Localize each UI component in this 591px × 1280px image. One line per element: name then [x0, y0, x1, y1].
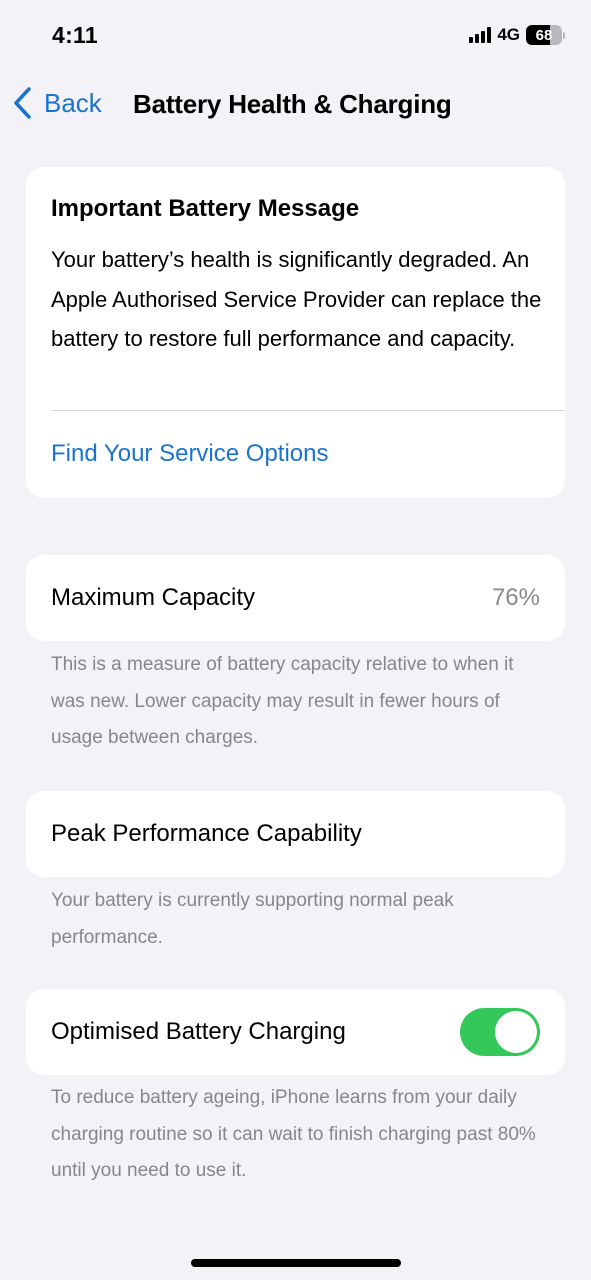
network-type: 4G — [497, 25, 520, 44]
maximum-capacity-value: 76% — [491, 584, 540, 611]
toggle-knob — [495, 1011, 537, 1053]
maximum-capacity-label: Maximum Capacity — [51, 584, 256, 611]
page-title: Battery Health & Charging — [133, 89, 452, 119]
battery-icon: 68 — [526, 25, 562, 45]
battery-nub — [563, 31, 565, 39]
find-service-options-link[interactable]: Find Your Service Options — [51, 440, 329, 468]
maximum-capacity-footnote: This is a measure of battery capacity re… — [51, 654, 514, 748]
battery-level: 68 — [535, 26, 553, 44]
status-time: 4:11 — [52, 22, 98, 48]
battery-message-card: Important Battery Message Your battery’s… — [26, 167, 565, 498]
chevron-left-icon — [14, 87, 31, 119]
back-label: Back — [44, 87, 102, 118]
optimised-charging-label: Optimised Battery Charging — [51, 1018, 346, 1045]
battery-message-title: Important Battery Message — [51, 195, 360, 222]
back-button[interactable]: Back — [12, 86, 102, 120]
peak-performance-row: Peak Performance Capability — [26, 791, 565, 877]
status-bar: 4:11 4G 68 — [0, 0, 591, 70]
maximum-capacity-row: Maximum Capacity 76% — [26, 555, 565, 641]
optimised-charging-row: Optimised Battery Charging — [26, 989, 565, 1075]
optimised-charging-footnote: To reduce battery ageing, iPhone learns … — [51, 1087, 536, 1181]
cellular-signal-icon — [469, 27, 492, 43]
optimised-charging-toggle[interactable] — [460, 1008, 540, 1056]
peak-performance-label: Peak Performance Capability — [51, 820, 362, 847]
status-indicators: 4G 68 — [469, 25, 565, 45]
divider — [51, 410, 565, 411]
navigation-bar: Back Battery Health & Charging — [0, 84, 591, 126]
home-indicator[interactable] — [191, 1259, 401, 1267]
battery-message-body: Your battery’s health is significantly d… — [51, 247, 542, 351]
peak-performance-footnote: Your battery is currently supporting nor… — [51, 890, 454, 948]
